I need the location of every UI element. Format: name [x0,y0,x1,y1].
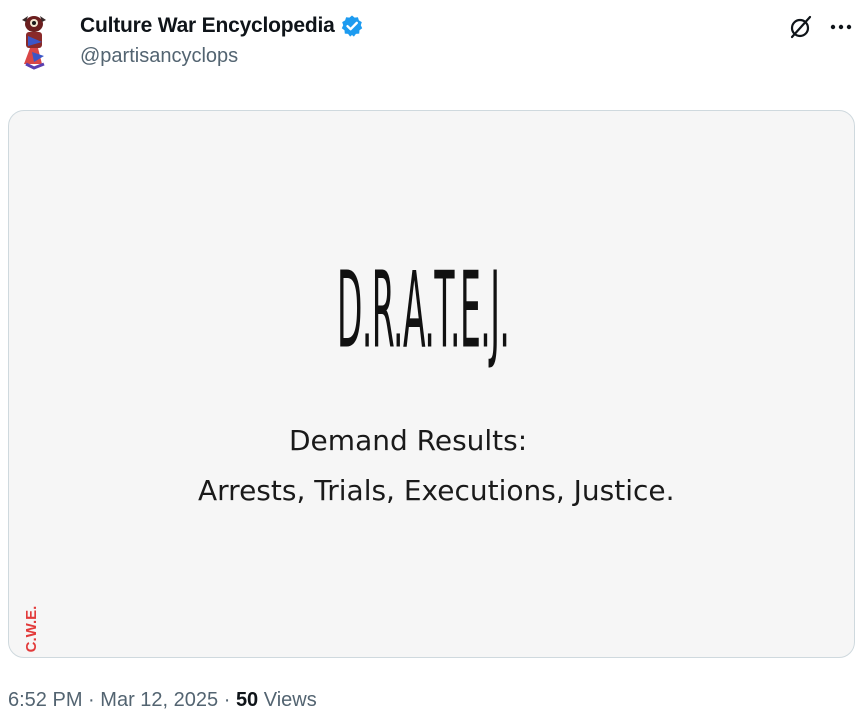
author-handle[interactable]: @partisancyclops [80,42,238,70]
views-count: 50 [235,689,259,711]
more-options-icon[interactable] [826,12,856,42]
tweet-header: Culture War Encyclopedia @partisancyclop… [0,0,865,100]
meta-separator-2: · [223,689,231,711]
cyclops-avatar[interactable] [12,12,60,70]
tweet-date[interactable]: Mar 12, 2025 [100,689,218,711]
tweet-time[interactable]: 6:52 PM [8,689,82,711]
media-watermark: C.W.E. [22,605,40,653]
views-label: Views [263,689,317,711]
media-acronym: D.R.A.T.E.J. [337,250,510,373]
media-headline: Demand Results: [289,424,528,457]
meta-separator: · [88,689,95,711]
grok-icon[interactable] [786,12,816,42]
media-subline: Arrests, Trials, Executions, Justice. [198,474,675,507]
author-display-name[interactable]: Culture War Encyclopedia [80,12,335,40]
tweet-metadata: 6:52 PM · Mar 12, 2025 · 50 Views [8,686,317,714]
author-name-row: Culture War Encyclopedia [80,12,364,40]
verified-badge-icon[interactable] [340,14,364,38]
tweet-media-image[interactable]: D.R.A.T.E.J. Demand Results: Arrests, Tr… [8,110,855,658]
